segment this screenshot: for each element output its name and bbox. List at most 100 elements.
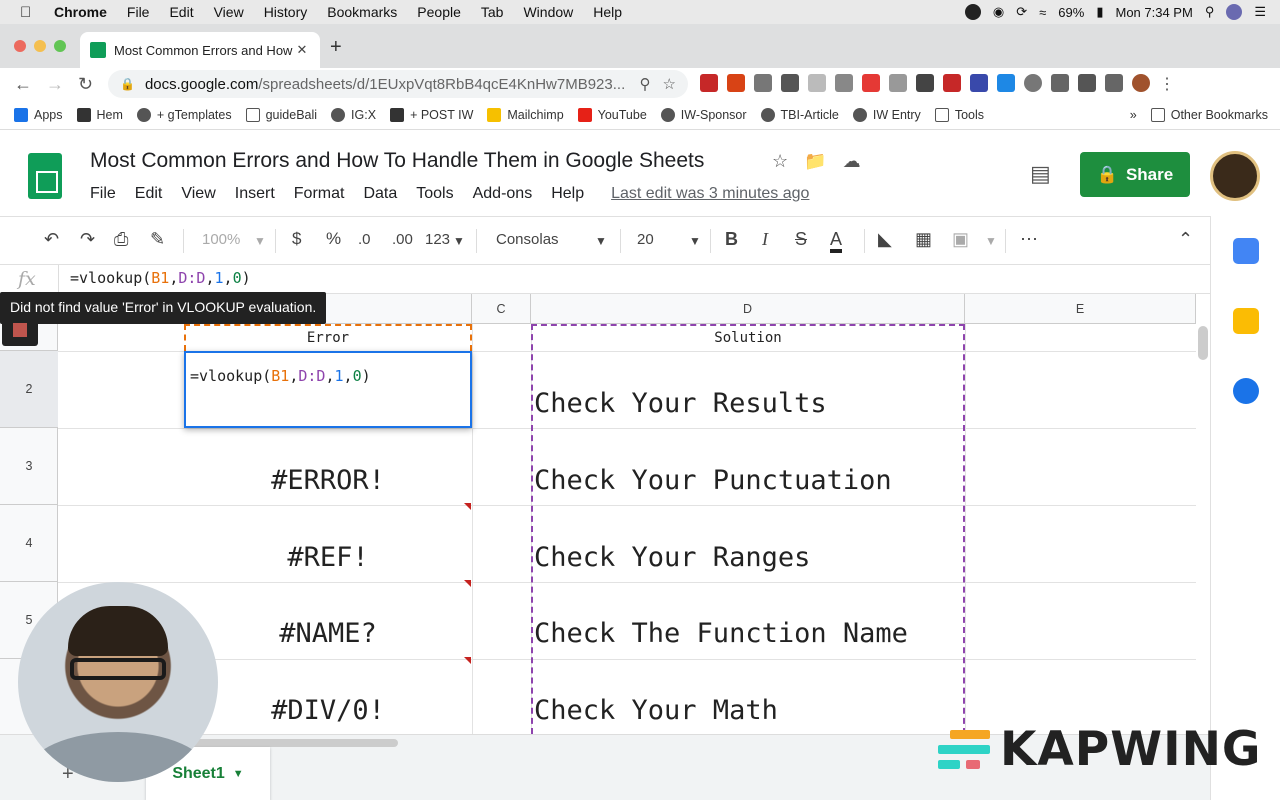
sheets-menu-format[interactable]: Format: [294, 185, 345, 203]
account-avatar[interactable]: [1210, 151, 1260, 201]
back-icon[interactable]: ←: [14, 74, 32, 95]
cell-error-1[interactable]: #ERROR!: [184, 465, 472, 496]
share-button[interactable]: 🔒 Share: [1080, 152, 1190, 197]
bookmark-hem[interactable]: Hem: [76, 107, 123, 122]
bookmarks-overflow[interactable]: »: [1130, 108, 1137, 122]
sheets-menu-help[interactable]: Help: [551, 185, 584, 203]
status-icon[interactable]: ◉: [993, 4, 1004, 20]
more-formats-button[interactable]: 123: [425, 231, 450, 248]
bookmark-iw-entry[interactable]: IW Entry: [852, 107, 921, 122]
bookmark-iw-sponsor[interactable]: IW-Sponsor: [660, 107, 747, 122]
bookmark-igx[interactable]: IG:X: [331, 107, 376, 122]
close-tab-icon[interactable]: ✕: [294, 42, 310, 58]
extension-icon[interactable]: [808, 74, 826, 92]
sheets-logo-icon[interactable]: [28, 153, 62, 199]
fill-color-icon[interactable]: ◣: [878, 229, 892, 250]
extension-icon[interactable]: [835, 74, 853, 92]
menu-bookmarks[interactable]: Bookmarks: [327, 4, 397, 20]
menu-help[interactable]: Help: [593, 4, 622, 20]
bold-button[interactable]: B: [725, 229, 738, 250]
bookmark-tbi-article[interactable]: TBI-Article: [760, 107, 839, 122]
bookmark-other[interactable]: Other Bookmarks: [1150, 108, 1268, 122]
zoom-window-icon[interactable]: [54, 40, 66, 52]
increase-decimal-button[interactable]: .00: [392, 231, 413, 248]
control-center-icon[interactable]: ☰: [1254, 4, 1266, 20]
reload-icon[interactable]: ↻: [78, 74, 93, 95]
cell-solution-1[interactable]: Check Your Results: [534, 388, 827, 419]
font-select[interactable]: Consolas: [496, 231, 559, 248]
clock[interactable]: Mon 7:34 PM: [1115, 5, 1192, 20]
formula-input[interactable]: =vlookup(B1,D:D,1,0): [70, 269, 251, 287]
chevron-down-icon[interactable]: ▼: [233, 768, 244, 780]
move-folder-icon[interactable]: 📁: [804, 151, 826, 172]
menu-window[interactable]: Window: [523, 4, 573, 20]
menu-people[interactable]: People: [417, 4, 461, 20]
more-options-icon[interactable]: ⋯: [1020, 229, 1038, 250]
error-indicator-icon[interactable]: [464, 503, 471, 510]
undo-icon[interactable]: ↶: [44, 229, 59, 250]
puzzle-icon[interactable]: [1078, 74, 1096, 92]
comments-icon[interactable]: ▤: [1030, 161, 1051, 187]
bookmark-mailchimp[interactable]: Mailchimp: [487, 107, 564, 122]
bookmark-gtemplates[interactable]: + gTemplates: [136, 107, 232, 122]
percent-button[interactable]: %: [326, 229, 341, 249]
profile-avatar-icon[interactable]: [1132, 74, 1150, 92]
paint-format-icon[interactable]: ✎: [150, 229, 165, 250]
wifi-icon[interactable]: ≈: [1039, 5, 1046, 20]
bookmark-apps[interactable]: Apps: [14, 107, 63, 122]
bookmark-star-icon[interactable]: ☆: [663, 75, 676, 93]
currency-button[interactable]: $: [292, 229, 301, 249]
menu-app-name[interactable]: Chrome: [54, 4, 107, 20]
extension-icon[interactable]: [781, 74, 799, 92]
cell-header-solution[interactable]: Solution: [531, 330, 965, 346]
font-size-select[interactable]: 20: [637, 231, 654, 248]
text-color-button[interactable]: A: [830, 229, 843, 253]
forward-icon[interactable]: →: [46, 74, 64, 95]
extension-icon[interactable]: [943, 74, 961, 92]
battery-icon[interactable]: ▮: [1096, 4, 1103, 20]
bookmark-post-iw[interactable]: + POST IW: [390, 107, 473, 122]
decrease-decimal-button[interactable]: .0: [358, 231, 371, 248]
apple-icon[interactable]: : [20, 4, 40, 21]
extension-icon[interactable]: [727, 74, 745, 92]
sheets-menu-tools[interactable]: Tools: [416, 185, 453, 203]
vertical-scrollbar[interactable]: [1198, 326, 1208, 360]
column-header-e[interactable]: E: [965, 294, 1196, 324]
spotlight-icon[interactable]: ⚲: [1205, 4, 1215, 20]
menu-history[interactable]: History: [264, 4, 308, 20]
redo-icon[interactable]: ↷: [80, 229, 95, 250]
cell-error-3[interactable]: #NAME?: [184, 618, 472, 649]
cell-error-2[interactable]: #REF!: [184, 542, 472, 573]
star-icon[interactable]: ☆: [772, 151, 788, 172]
bookmark-tools[interactable]: Tools: [934, 107, 984, 122]
cell-solution-2[interactable]: Check Your Punctuation: [534, 465, 892, 496]
extension-icon[interactable]: [889, 74, 907, 92]
adblock-icon[interactable]: [700, 74, 718, 92]
sheets-menu-edit[interactable]: Edit: [135, 185, 163, 203]
sheets-menu-view[interactable]: View: [181, 185, 215, 203]
cell-solution-3[interactable]: Check Your Ranges: [534, 542, 810, 573]
cell-solution-5[interactable]: Check Your Math: [534, 695, 778, 726]
zoom-select[interactable]: 100%: [202, 231, 240, 248]
strikethrough-button[interactable]: S: [795, 229, 807, 250]
active-cell-editor[interactable]: =vlookup(B1,D:D,1,0): [184, 351, 472, 428]
minimize-window-icon[interactable]: [34, 40, 46, 52]
row-header-2[interactable]: 2: [0, 351, 58, 428]
sync-icon[interactable]: ⟳: [1016, 4, 1027, 20]
italic-button[interactable]: I: [762, 229, 768, 250]
calendar-icon[interactable]: [1233, 238, 1259, 264]
borders-icon[interactable]: ▦: [915, 229, 932, 250]
menu-edit[interactable]: Edit: [169, 4, 193, 20]
extension-icon[interactable]: [970, 74, 988, 92]
column-header-c[interactable]: C: [472, 294, 531, 324]
bookmark-youtube[interactable]: YouTube: [577, 107, 647, 122]
cloud-status-icon[interactable]: ☁: [843, 151, 861, 172]
browser-menu-icon[interactable]: ⋮: [1159, 74, 1175, 94]
error-indicator-icon[interactable]: [464, 657, 471, 664]
extension-icon[interactable]: [862, 74, 880, 92]
row-header-3[interactable]: 3: [0, 428, 58, 505]
bookmark-guidebali[interactable]: guideBali: [245, 107, 317, 122]
last-edit-link[interactable]: Last edit was 3 minutes ago: [611, 185, 809, 203]
extension-icon[interactable]: [916, 74, 934, 92]
print-icon[interactable]: ⎙: [114, 229, 128, 250]
